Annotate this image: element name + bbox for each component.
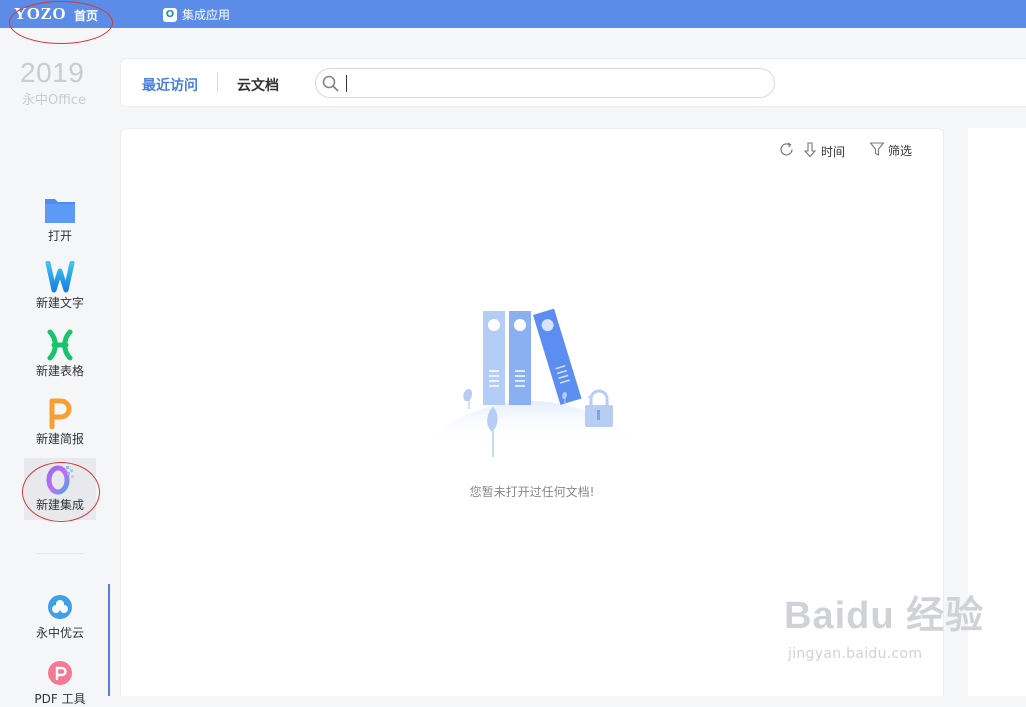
- filter-button[interactable]: 筛选: [869, 141, 912, 160]
- sidebar-item-new-presentation[interactable]: 新建简报: [24, 396, 96, 447]
- search-box[interactable]: [315, 68, 775, 98]
- tab-home[interactable]: 首页: [74, 7, 98, 24]
- sidebar-item-new-sheet[interactable]: 新建表格: [24, 328, 96, 379]
- document-nav-bar: 最近访问 云文档: [120, 58, 1026, 107]
- arrow-down-icon: [802, 141, 818, 161]
- sort-time-label: 时间: [821, 144, 846, 159]
- tab-integrated-apps-label: 集成应用: [182, 8, 231, 22]
- empty-state-illustration: [421, 301, 651, 475]
- cloud-icon: [24, 590, 96, 624]
- search-icon[interactable]: [322, 75, 339, 96]
- sort-by-time-button[interactable]: 时间: [802, 141, 845, 161]
- sidebar-item-new-sheet-label: 新建表格: [35, 364, 84, 378]
- tab-integrated-apps[interactable]: O 集成应用: [163, 6, 230, 23]
- sidebar-scroll-indicator: [108, 584, 110, 696]
- presentation-p-icon: [24, 396, 96, 430]
- writer-w-icon: [24, 260, 96, 294]
- sidebar-item-new-integrated-label: 新建集成: [35, 498, 84, 512]
- watermark-url: jingyan.baidu.com: [788, 646, 923, 662]
- title-bar: YOZO 首页 O 集成应用: [0, 0, 1026, 28]
- watermark-brand: Baidu 经验: [784, 595, 985, 637]
- folder-icon: [24, 193, 96, 227]
- sidebar-item-new-writer-label: 新建文字: [35, 296, 84, 310]
- sidebar-divider: [36, 553, 84, 554]
- tab-recent[interactable]: 最近访问: [142, 75, 198, 95]
- integrated-o-icon: [24, 462, 96, 496]
- empty-state-message: 您暂未打开过任何文档!: [469, 485, 595, 499]
- sidebar-item-open[interactable]: 打开: [24, 193, 96, 244]
- brand-year: 2019: [20, 57, 85, 88]
- text-caret: [346, 75, 347, 92]
- yozo-logo: YOZO: [14, 4, 67, 23]
- filter-icon: [869, 141, 885, 160]
- search-input[interactable]: [350, 73, 764, 95]
- sidebar-item-open-label: 打开: [47, 229, 72, 243]
- brand-name: 永中Office: [22, 93, 86, 108]
- filter-label: 筛选: [888, 144, 913, 158]
- pdf-icon: [24, 656, 96, 690]
- refresh-button[interactable]: [778, 141, 795, 161]
- tab-cloud-docs[interactable]: 云文档: [237, 75, 279, 95]
- sidebar-item-new-writer[interactable]: 新建文字: [24, 260, 96, 311]
- sidebar-item-new-integrated[interactable]: 新建集成: [24, 458, 96, 520]
- refresh-icon: [778, 141, 795, 161]
- tab-separator: [217, 72, 218, 92]
- sidebar-item-pdf-tools-label: PDF 工具: [34, 692, 86, 706]
- sidebar-item-yozo-cloud[interactable]: 永中优云: [24, 590, 96, 641]
- sidebar-item-new-presentation-label: 新建简报: [35, 432, 84, 446]
- sidebar-item-pdf-tools[interactable]: PDF 工具: [24, 656, 96, 707]
- sheet-x-icon: [24, 328, 96, 362]
- sidebar-item-yozo-cloud-label: 永中优云: [35, 626, 84, 640]
- integrated-apps-icon: O: [163, 7, 177, 22]
